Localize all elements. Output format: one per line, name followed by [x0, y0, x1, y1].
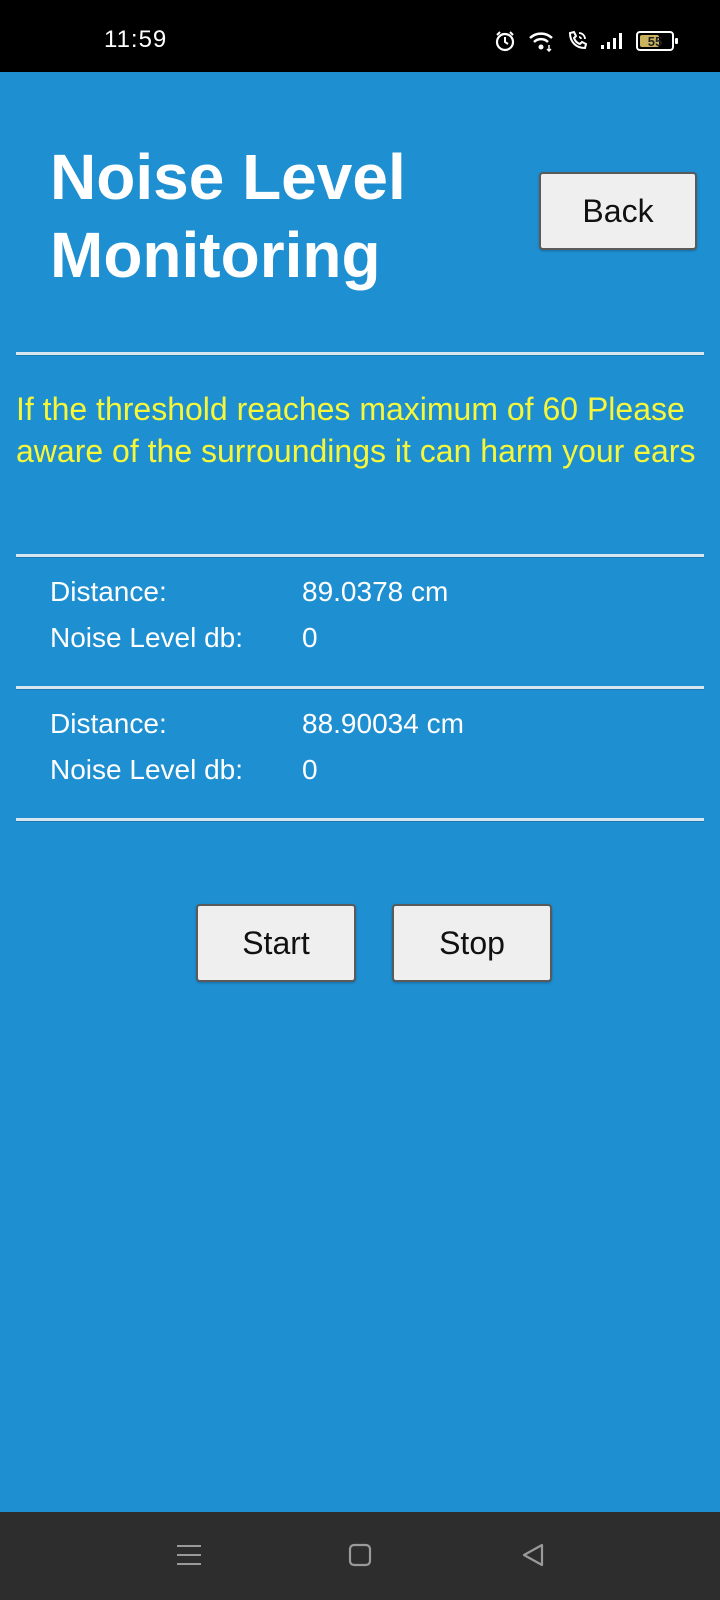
status-icons: 55 — [494, 30, 678, 52]
page-title: Noise Level Monitoring — [50, 141, 406, 291]
warning-message: If the threshold reaches maximum of 60 P… — [16, 391, 696, 469]
battery-level: 55 — [647, 33, 663, 49]
noise-value: 0 — [302, 622, 318, 653]
noise-label: Noise Level db: — [50, 622, 244, 653]
distance-label: Distance: — [50, 708, 167, 739]
divider — [16, 554, 704, 557]
divider — [16, 818, 704, 821]
battery-tip — [675, 38, 678, 44]
navigation-bar — [0, 1512, 720, 1600]
battery-icon: 55 — [636, 31, 678, 51]
app-screen: Noise Level Monitoring Back If the thres… — [0, 72, 720, 1512]
status-time: 11:59 — [104, 26, 168, 53]
distance-row: Distance: 88.90034 cm — [50, 708, 670, 744]
wifi-icon — [528, 30, 554, 52]
signal-icon — [600, 32, 624, 50]
start-button[interactable]: Start — [196, 904, 356, 982]
noise-label: Noise Level db: — [50, 754, 244, 785]
noise-row: Noise Level db: 0 — [50, 622, 670, 658]
status-bar: 11:59 55 — [0, 0, 720, 72]
distance-value: 88.90034 cm — [302, 708, 464, 739]
back-nav-icon[interactable] — [520, 1542, 546, 1573]
back-button[interactable]: Back — [539, 172, 697, 250]
noise-value: 0 — [302, 754, 318, 785]
distance-label: Distance: — [50, 576, 167, 607]
menu-icon[interactable] — [176, 1542, 202, 1573]
stop-button[interactable]: Stop — [392, 904, 552, 982]
alarm-icon — [494, 30, 516, 52]
call-wifi-icon — [566, 30, 588, 52]
divider — [16, 686, 704, 689]
divider — [16, 352, 704, 355]
noise-row: Noise Level db: 0 — [50, 754, 670, 790]
distance-value: 89.0378 cm — [302, 576, 449, 607]
distance-row: Distance: 89.0378 cm — [50, 576, 670, 612]
home-icon[interactable] — [348, 1542, 372, 1573]
